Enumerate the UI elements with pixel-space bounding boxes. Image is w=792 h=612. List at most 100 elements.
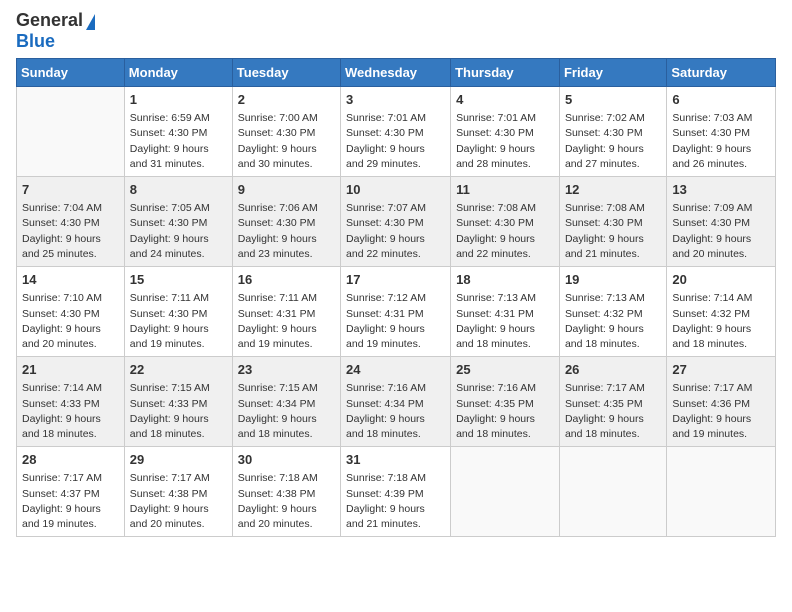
calendar-cell: 7 Sunrise: 7:04 AMSunset: 4:30 PMDaylight…: [17, 177, 125, 267]
day-info: Sunrise: 7:11 AMSunset: 4:30 PMDaylight:…: [130, 291, 227, 352]
day-info: Sunrise: 7:13 AMSunset: 4:32 PMDaylight:…: [565, 291, 661, 352]
calendar-cell: 3Sunrise: 7:01 AMSunset: 4:30 PMDaylight…: [341, 87, 451, 177]
calendar-cell: [17, 87, 125, 177]
day-number: 28: [22, 451, 119, 469]
day-info: Sunrise: 7:18 AMSunset: 4:38 PMDaylight:…: [238, 471, 335, 532]
calendar-cell: [451, 447, 560, 537]
calendar-cell: 19 Sunrise: 7:13 AMSunset: 4:32 PMDayligh…: [559, 267, 666, 357]
day-number: 12: [565, 181, 661, 199]
day-info: Sunrise: 7:08 AMSunset: 4:30 PMDaylight:…: [565, 201, 661, 262]
calendar-cell: 25 Sunrise: 7:16 AMSunset: 4:35 PMDayligh…: [451, 357, 560, 447]
day-info: Sunrise: 7:13 AMSunset: 4:31 PMDaylight:…: [456, 291, 554, 352]
day-number: 27: [672, 361, 770, 379]
calendar-cell: 24 Sunrise: 7:16 AMSunset: 4:34 PMDayligh…: [341, 357, 451, 447]
calendar-cell: 10Sunrise: 7:07 AMSunset: 4:30 PMDayligh…: [341, 177, 451, 267]
calendar-header-sunday: Sunday: [17, 59, 125, 87]
calendar-table: SundayMondayTuesdayWednesdayThursdayFrid…: [16, 58, 776, 537]
calendar-cell: 18Sunrise: 7:13 AMSunset: 4:31 PMDayligh…: [451, 267, 560, 357]
day-info: Sunrise: 7:05 AMSunset: 4:30 PMDaylight:…: [130, 201, 227, 262]
day-number: 9: [238, 181, 335, 199]
calendar-week-row: 28 Sunrise: 7:17 AMSunset: 4:37 PMDayligh…: [17, 447, 776, 537]
day-number: 24: [346, 361, 445, 379]
day-number: 2: [238, 91, 335, 109]
calendar-header-wednesday: Wednesday: [341, 59, 451, 87]
day-info: Sunrise: 7:15 AMSunset: 4:33 PMDaylight:…: [130, 381, 227, 442]
day-info: Sunrise: 7:15 AMSunset: 4:34 PMDaylight:…: [238, 381, 335, 442]
day-number: 15: [130, 271, 227, 289]
day-number: 21: [22, 361, 119, 379]
calendar-cell: 13Sunrise: 7:09 AMSunset: 4:30 PMDayligh…: [667, 177, 776, 267]
day-info: Sunrise: 7:06 AMSunset: 4:30 PMDaylight:…: [238, 201, 335, 262]
calendar-week-row: 1Sunrise: 6:59 AMSunset: 4:30 PMDaylight…: [17, 87, 776, 177]
day-number: 29: [130, 451, 227, 469]
day-info: Sunrise: 7:18 AMSunset: 4:39 PMDaylight:…: [346, 471, 445, 532]
day-info: Sunrise: 7:01 AMSunset: 4:30 PMDaylight:…: [346, 111, 445, 172]
day-info: Sunrise: 7:02 AMSunset: 4:30 PMDaylight:…: [565, 111, 661, 172]
day-number: 4: [456, 91, 554, 109]
calendar-week-row: 7 Sunrise: 7:04 AMSunset: 4:30 PMDaylight…: [17, 177, 776, 267]
day-number: 16: [238, 271, 335, 289]
day-info: Sunrise: 7:12 AMSunset: 4:31 PMDaylight:…: [346, 291, 445, 352]
day-number: 31: [346, 451, 445, 469]
calendar-cell: 14 Sunrise: 7:10 AMSunset: 4:30 PMDayligh…: [17, 267, 125, 357]
day-info: Sunrise: 7:17 AMSunset: 4:38 PMDaylight:…: [130, 471, 227, 532]
calendar-cell: 27 Sunrise: 7:17 AMSunset: 4:36 PMDayligh…: [667, 357, 776, 447]
day-info: Sunrise: 7:17 AMSunset: 4:37 PMDaylight:…: [22, 471, 119, 532]
calendar-cell: 22Sunrise: 7:15 AMSunset: 4:33 PMDayligh…: [124, 357, 232, 447]
day-info: Sunrise: 7:00 AMSunset: 4:30 PMDaylight:…: [238, 111, 335, 172]
day-number: 30: [238, 451, 335, 469]
day-info: Sunrise: 7:11 AMSunset: 4:31 PMDaylight:…: [238, 291, 335, 352]
day-number: 11: [456, 181, 554, 199]
day-info: Sunrise: 7:14 AMSunset: 4:33 PMDaylight:…: [22, 381, 119, 442]
calendar-cell: 17Sunrise: 7:12 AMSunset: 4:31 PMDayligh…: [341, 267, 451, 357]
calendar-header-monday: Monday: [124, 59, 232, 87]
day-info: Sunrise: 7:01 AMSunset: 4:30 PMDaylight:…: [456, 111, 554, 172]
calendar-week-row: 21 Sunrise: 7:14 AMSunset: 4:33 PMDayligh…: [17, 357, 776, 447]
day-number: 23: [238, 361, 335, 379]
calendar-cell: 26 Sunrise: 7:17 AMSunset: 4:35 PMDayligh…: [559, 357, 666, 447]
calendar-cell: 15 Sunrise: 7:11 AMSunset: 4:30 PMDayligh…: [124, 267, 232, 357]
calendar-cell: 9 Sunrise: 7:06 AMSunset: 4:30 PMDaylight…: [232, 177, 340, 267]
logo-blue: Blue: [16, 31, 55, 51]
calendar-header-row: SundayMondayTuesdayWednesdayThursdayFrid…: [17, 59, 776, 87]
calendar-cell: 6 Sunrise: 7:03 AMSunset: 4:30 PMDaylight…: [667, 87, 776, 177]
calendar-cell: 28 Sunrise: 7:17 AMSunset: 4:37 PMDayligh…: [17, 447, 125, 537]
day-info: Sunrise: 7:03 AMSunset: 4:30 PMDaylight:…: [672, 111, 770, 172]
day-info: Sunrise: 7:16 AMSunset: 4:35 PMDaylight:…: [456, 381, 554, 442]
calendar-cell: 16 Sunrise: 7:11 AMSunset: 4:31 PMDayligh…: [232, 267, 340, 357]
calendar-cell: [667, 447, 776, 537]
day-info: Sunrise: 7:08 AMSunset: 4:30 PMDaylight:…: [456, 201, 554, 262]
day-info: Sunrise: 7:17 AMSunset: 4:35 PMDaylight:…: [565, 381, 661, 442]
day-number: 8: [130, 181, 227, 199]
day-number: 7: [22, 181, 119, 199]
calendar-header-tuesday: Tuesday: [232, 59, 340, 87]
day-number: 13: [672, 181, 770, 199]
day-number: 19: [565, 271, 661, 289]
day-number: 14: [22, 271, 119, 289]
header: General Blue: [16, 10, 776, 52]
calendar-cell: 8 Sunrise: 7:05 AMSunset: 4:30 PMDaylight…: [124, 177, 232, 267]
day-info: Sunrise: 7:14 AMSunset: 4:32 PMDaylight:…: [672, 291, 770, 352]
day-info: Sunrise: 7:04 AMSunset: 4:30 PMDaylight:…: [22, 201, 119, 262]
day-info: Sunrise: 7:16 AMSunset: 4:34 PMDaylight:…: [346, 381, 445, 442]
day-number: 6: [672, 91, 770, 109]
calendar-cell: 21 Sunrise: 7:14 AMSunset: 4:33 PMDayligh…: [17, 357, 125, 447]
calendar-cell: [559, 447, 666, 537]
calendar-cell: 4 Sunrise: 7:01 AMSunset: 4:30 PMDaylight…: [451, 87, 560, 177]
day-info: Sunrise: 7:17 AMSunset: 4:36 PMDaylight:…: [672, 381, 770, 442]
calendar-cell: 2 Sunrise: 7:00 AMSunset: 4:30 PMDaylight…: [232, 87, 340, 177]
logo-general: General: [16, 10, 83, 31]
calendar-cell: 23 Sunrise: 7:15 AMSunset: 4:34 PMDayligh…: [232, 357, 340, 447]
calendar-cell: 29 Sunrise: 7:17 AMSunset: 4:38 PMDayligh…: [124, 447, 232, 537]
logo-triangle-icon: [86, 14, 95, 30]
calendar-header-saturday: Saturday: [667, 59, 776, 87]
day-info: Sunrise: 7:10 AMSunset: 4:30 PMDaylight:…: [22, 291, 119, 352]
day-number: 25: [456, 361, 554, 379]
day-number: 26: [565, 361, 661, 379]
logo: General Blue: [16, 10, 95, 52]
calendar-header-thursday: Thursday: [451, 59, 560, 87]
calendar-cell: 1Sunrise: 6:59 AMSunset: 4:30 PMDaylight…: [124, 87, 232, 177]
calendar-week-row: 14 Sunrise: 7:10 AMSunset: 4:30 PMDayligh…: [17, 267, 776, 357]
calendar-cell: 20Sunrise: 7:14 AMSunset: 4:32 PMDayligh…: [667, 267, 776, 357]
calendar-cell: 11 Sunrise: 7:08 AMSunset: 4:30 PMDayligh…: [451, 177, 560, 267]
